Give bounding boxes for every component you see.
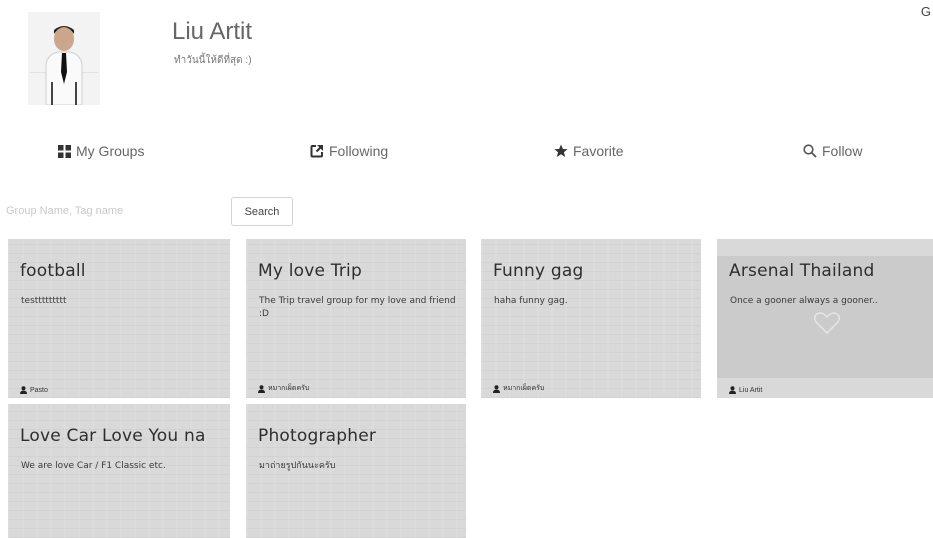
profile-avatar <box>28 12 100 105</box>
group-card-love-car[interactable]: Love Car Love You na We are love Car / F… <box>8 404 230 538</box>
group-owner: หมากเผ็ดครับ <box>258 383 309 394</box>
user-icon <box>493 384 500 393</box>
profile-status: ทำวันนี้ให้ดีที่สุด :) <box>174 55 252 66</box>
grid-icon <box>58 144 71 158</box>
corner-text: G <box>920 4 931 19</box>
profile-name: Liu Artit <box>172 18 253 45</box>
group-card-my-love-trip[interactable]: My love Trip The Trip travel group for m… <box>246 239 466 398</box>
nav-following[interactable]: Following <box>310 143 388 159</box>
group-card-arsenal-thailand[interactable]: Arsenal Thailand Once a gooner always a … <box>717 239 933 398</box>
search-button[interactable]: Search <box>231 197 293 226</box>
group-search-input[interactable] <box>6 199 216 223</box>
group-title: Arsenal Thailand <box>729 261 875 281</box>
group-description: Once a gooner always a gooner.. <box>730 296 878 306</box>
nav-label: My Groups <box>76 143 145 159</box>
group-description: haha funny gag. <box>494 296 568 306</box>
star-icon <box>554 144 568 157</box>
heart-icon <box>813 312 841 335</box>
group-title: football <box>20 261 86 281</box>
user-icon <box>20 386 27 394</box>
nav-favorite[interactable]: Favorite <box>554 143 624 159</box>
group-owner: Liu Artit <box>729 386 762 394</box>
group-owner: หมากเผ็ดครับ <box>493 383 544 394</box>
group-title: Photographer <box>258 426 377 446</box>
group-title: My love Trip <box>258 261 362 281</box>
group-card-funny-gag[interactable]: Funny gag haha funny gag. หมากเผ็ดครับ <box>481 239 701 398</box>
group-description: testtttttttt <box>21 296 67 306</box>
user-icon <box>729 386 736 394</box>
user-icon <box>258 384 265 393</box>
external-link-icon <box>310 145 323 158</box>
group-description: มาถ่ายรูปกันนะครับ <box>259 461 336 471</box>
profile-nav: My Groups Following Favorite Follow <box>0 143 933 173</box>
group-description: We are love Car / F1 Classic etc. <box>21 461 166 471</box>
group-title: Funny gag <box>493 261 584 281</box>
nav-label: Following <box>329 143 389 159</box>
search-icon <box>803 144 817 158</box>
group-description: The Trip travel group for my love and fr… <box>259 296 456 319</box>
nav-follow[interactable]: Follow <box>803 143 862 159</box>
nav-my-groups[interactable]: My Groups <box>58 143 144 159</box>
group-card-photographer[interactable]: Photographer มาถ่ายรูปกันนะครับ <box>246 404 466 538</box>
group-title: Love Car Love You na <box>20 426 206 446</box>
group-owner: Pasto <box>20 386 48 394</box>
person-photo-icon <box>28 12 100 105</box>
nav-label: Favorite <box>573 143 624 159</box>
group-card-football[interactable]: football testtttttttt Pasto <box>8 239 230 398</box>
nav-label: Follow <box>822 143 863 159</box>
